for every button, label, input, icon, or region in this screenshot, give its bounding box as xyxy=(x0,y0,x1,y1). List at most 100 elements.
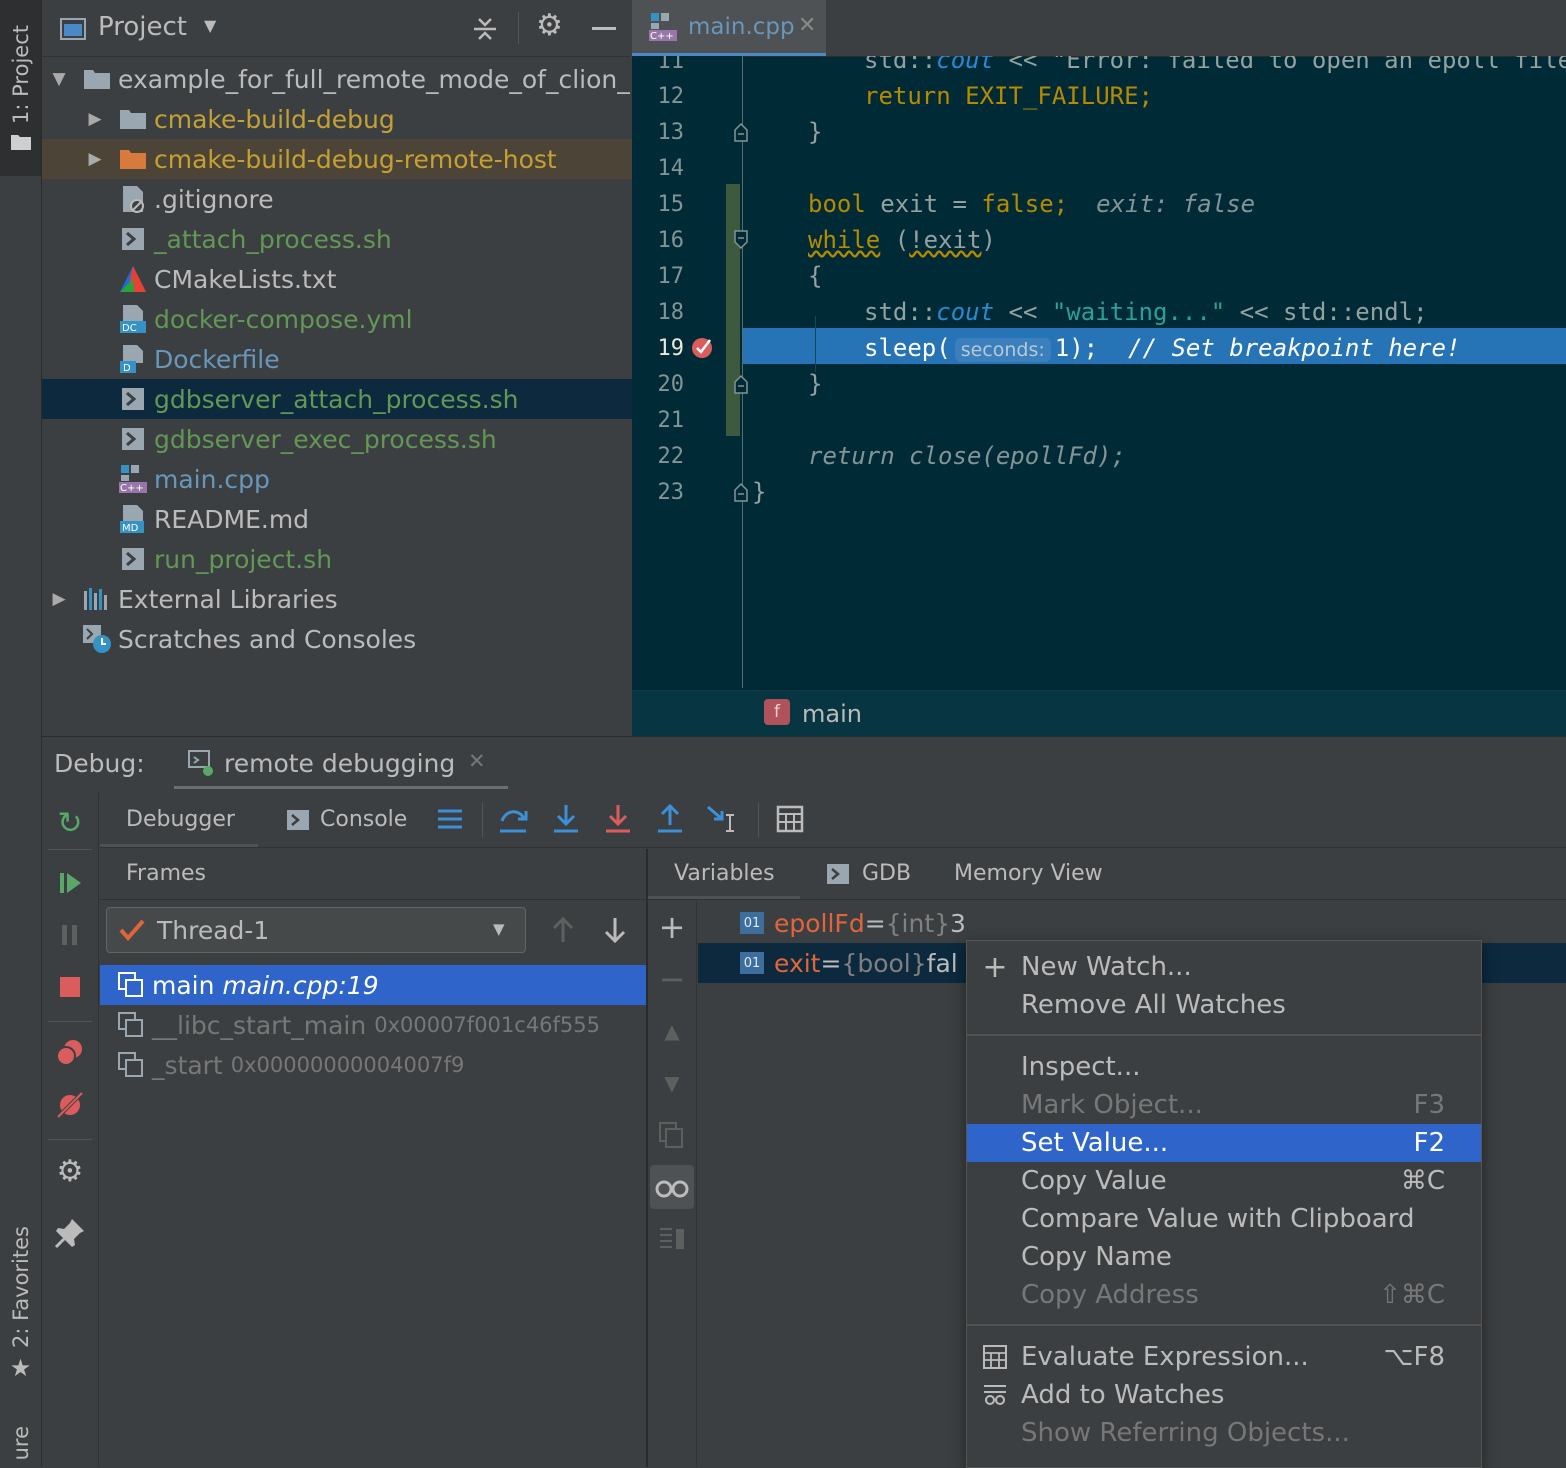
menu-item-label: Set Value... xyxy=(1021,1128,1169,1158)
structure-stripe-tab[interactable]: ure xyxy=(0,1420,41,1466)
line-number: 16 xyxy=(657,228,685,253)
step-out-icon[interactable] xyxy=(654,803,686,835)
thread-selector[interactable]: Thread-1 ▼ xyxy=(106,907,526,953)
project-header: Project ▼ ⚙ xyxy=(42,0,630,57)
run-to-cursor-icon[interactable] xyxy=(706,803,740,835)
chevron-down-icon: ▼ xyxy=(493,920,505,938)
project-view-title[interactable]: Project xyxy=(98,12,187,42)
menu-item-mark-object[interactable]: Mark Object... F3 xyxy=(967,1086,1481,1124)
menu-item-set-value[interactable]: Set Value... F2 xyxy=(967,1124,1481,1162)
debug-side-toolbar: ↻ ⚙ xyxy=(42,793,99,1467)
menu-item-evaluate-expression[interactable]: Evaluate Expression... ⌥F8 xyxy=(967,1338,1481,1376)
tab-console[interactable]: Console xyxy=(282,793,422,847)
code-area[interactable]: 11 12 13 14 15 16 17 18 19 20 21 22 23 s… xyxy=(632,56,1566,688)
tree-item-cmakelists[interactable]: CMakeLists.txt xyxy=(42,259,706,299)
fold-marker-icon[interactable] xyxy=(733,230,749,250)
toolbar-divider xyxy=(48,1021,92,1022)
force-step-into-icon[interactable] xyxy=(602,803,634,835)
menu-item-inspect[interactable]: Inspect... xyxy=(967,1048,1481,1086)
menu-item-copy-value[interactable]: Copy Value ⌘C xyxy=(967,1162,1481,1200)
tab-debugger[interactable]: Debugger xyxy=(100,793,258,847)
previous-frame-icon[interactable] xyxy=(548,915,578,945)
tree-item-gdbserver-exec-process-sh[interactable]: gdbserver_exec_process.sh xyxy=(42,419,706,459)
tree-item-cmake-build-debug[interactable]: ▶ cmake-build-debug xyxy=(42,99,670,139)
code-token: cout xyxy=(936,298,995,326)
tree-item-docker-compose[interactable]: DC docker-compose.yml xyxy=(42,299,706,339)
gear-icon[interactable]: ⚙ xyxy=(52,1153,88,1189)
fold-marker-icon[interactable] xyxy=(733,374,749,394)
add-watch-icon[interactable]: + xyxy=(654,908,690,946)
next-frame-icon[interactable] xyxy=(600,915,630,945)
gear-icon[interactable]: ⚙ xyxy=(536,8,563,43)
mute-breakpoints-icon[interactable] xyxy=(52,1087,88,1123)
menu-item-copy-name[interactable]: Copy Name xyxy=(967,1238,1481,1276)
menu-item-show-referring-objects[interactable]: Show Referring Objects... xyxy=(967,1414,1481,1452)
close-icon[interactable]: ✕ xyxy=(468,749,486,773)
inline-watches-toggle[interactable] xyxy=(650,1165,694,1209)
tree-item-run-project-sh[interactable]: run_project.sh xyxy=(42,539,706,579)
tree-item-gdbserver-attach-process-sh[interactable]: gdbserver_attach_process.sh xyxy=(42,379,706,419)
evaluate-expression-icon[interactable] xyxy=(776,805,804,833)
frame-row[interactable]: __libc_start_main 0x00007f001c46f555 xyxy=(100,1005,646,1045)
frame-location: 0x00007f001c46f555 xyxy=(374,1013,601,1037)
menu-item-remove-all-watches[interactable]: Remove All Watches xyxy=(967,986,1481,1024)
frame-name: __libc_start_main xyxy=(152,1010,367,1040)
project-stripe-tab[interactable]: 1: Project xyxy=(0,0,41,176)
debug-session-tab[interactable]: remote debugging ✕ xyxy=(174,737,508,789)
tree-root-row[interactable]: ▼ example_for_full_remote_mode_of_clion_ xyxy=(42,59,634,99)
pin-icon[interactable] xyxy=(52,1215,88,1251)
fold-marker-icon[interactable] xyxy=(733,482,749,502)
favorites-stripe-tab[interactable]: 2: Favorites ★ xyxy=(0,1218,41,1390)
tree-item-dockerfile[interactable]: D Dockerfile xyxy=(42,339,706,379)
project-tool-window: Project ▼ ⚙ ▼ example_for_full_remote_mo… xyxy=(42,0,706,735)
expand-arrow-icon[interactable]: ▶ xyxy=(82,149,108,169)
step-over-icon[interactable] xyxy=(498,805,530,835)
variable-row[interactable]: 01 epollFd = {int} 3 xyxy=(698,903,1566,943)
view-breakpoints-icon[interactable] xyxy=(52,1035,88,1071)
expand-arrow-icon[interactable]: ▼ xyxy=(46,69,72,89)
tree-item-readme[interactable]: MD README.md xyxy=(42,499,706,539)
tree-item-cmake-build-debug-remote-host[interactable]: ▶ cmake-build-debug-remote-host xyxy=(42,139,670,179)
move-down-icon[interactable]: ▼ xyxy=(654,1065,690,1101)
fold-marker-icon[interactable] xyxy=(733,122,749,142)
tab-variables[interactable]: Variables xyxy=(648,849,800,899)
frame-row[interactable]: main main.cpp:19 xyxy=(100,965,646,1005)
resume-icon[interactable] xyxy=(52,865,88,901)
expand-arrow-icon[interactable]: ▶ xyxy=(46,589,72,609)
close-icon[interactable]: ✕ xyxy=(798,13,816,38)
stop-icon[interactable] xyxy=(52,969,88,1005)
gutter[interactable]: 11 12 13 14 15 16 17 18 19 20 21 22 23 xyxy=(632,56,748,688)
frame-row[interactable]: _start 0x00000000004007f9 xyxy=(100,1045,646,1085)
rerun-icon[interactable]: ↻ xyxy=(52,805,88,841)
menu-item-new-watch[interactable]: + New Watch... xyxy=(967,948,1481,986)
tab-main-cpp[interactable]: C++ main.cpp ✕ xyxy=(632,0,826,56)
tab-memory-view[interactable]: Memory View xyxy=(954,849,1124,899)
pause-icon[interactable] xyxy=(52,917,88,953)
collapse-all-icon[interactable] xyxy=(472,16,498,42)
menu-item-label: Copy Address xyxy=(1021,1280,1199,1310)
code-token: ) xyxy=(981,226,996,254)
menu-item-copy-address[interactable]: Copy Address ⇧⌘C xyxy=(967,1276,1481,1314)
layout-icon[interactable] xyxy=(654,1221,690,1257)
show-execution-point-icon[interactable] xyxy=(436,807,464,833)
tree-item-main-cpp[interactable]: C++ main.cpp xyxy=(42,459,706,499)
breadcrumb-item[interactable]: main xyxy=(802,700,862,728)
step-into-icon[interactable] xyxy=(550,803,582,835)
duplicate-watch-icon[interactable] xyxy=(654,1117,690,1153)
move-up-icon[interactable]: ▲ xyxy=(654,1013,690,1049)
code-token: bool xyxy=(808,190,866,218)
variable-value: fal xyxy=(926,948,958,978)
context-menu: + New Watch... Remove All Watches Inspec… xyxy=(966,940,1482,1468)
hide-icon[interactable] xyxy=(592,27,616,30)
breakpoint-icon[interactable] xyxy=(690,334,716,360)
tree-item-attach-process-sh[interactable]: _attach_process.sh xyxy=(42,219,706,259)
tree-item-gitignore[interactable]: .gitignore xyxy=(42,179,706,219)
menu-item-add-to-watches[interactable]: Add to Watches xyxy=(967,1376,1481,1414)
expand-arrow-icon[interactable]: ▶ xyxy=(82,109,108,129)
chevron-down-icon[interactable]: ▼ xyxy=(204,16,216,35)
tree-item-external-libraries[interactable]: ▶ External Libraries xyxy=(42,579,634,619)
tree-item-scratches[interactable]: Scratches and Consoles xyxy=(42,619,670,659)
menu-item-compare-value[interactable]: Compare Value with Clipboard xyxy=(967,1200,1481,1238)
remove-watch-icon[interactable]: − xyxy=(654,960,690,998)
tab-gdb[interactable]: GDB xyxy=(826,849,936,899)
